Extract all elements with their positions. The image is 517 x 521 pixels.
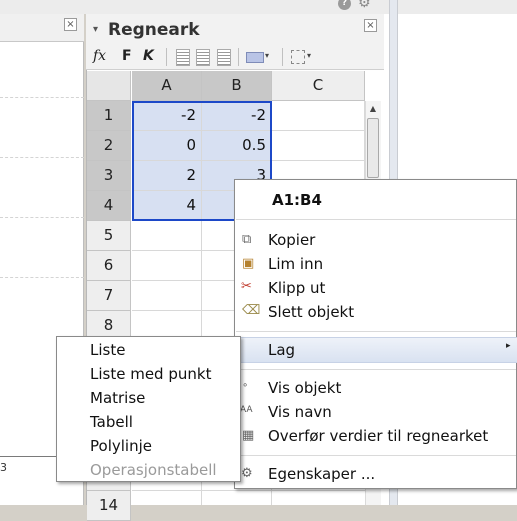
eraser-icon: ⌫ <box>242 303 261 318</box>
top-strip <box>0 0 517 14</box>
submenu-item-list[interactable]: Liste <box>90 341 125 359</box>
toolbar-separator <box>238 48 239 66</box>
scroll-thumb[interactable] <box>367 118 379 178</box>
row-header[interactable]: 1 <box>87 101 131 131</box>
menu-item-properties[interactable]: Egenskaper ... <box>268 465 375 483</box>
gear-icon[interactable]: ⚙ <box>358 0 371 10</box>
copy-icon: ⧉ <box>242 232 252 247</box>
submenu-item-table[interactable]: Tabell <box>90 413 133 431</box>
row-header[interactable]: 5 <box>87 221 131 251</box>
collapse-icon[interactable]: ▾ <box>93 24 98 35</box>
row-header[interactable]: 4 <box>87 191 131 221</box>
submenu-item-matrix[interactable]: Matrise <box>90 389 145 407</box>
cell-c2[interactable] <box>272 131 365 161</box>
menu-divider <box>236 369 516 370</box>
menu-item-cut[interactable]: Klipp ut <box>268 279 325 297</box>
input-bar-toggle-button[interactable]: fx <box>93 47 106 66</box>
bold-button[interactable]: F <box>122 47 132 66</box>
cell-a5[interactable] <box>132 221 202 251</box>
menu-divider <box>236 331 516 332</box>
show-object-icon: ∘ <box>242 380 249 391</box>
axis-tick-label: 3 <box>0 461 7 474</box>
menu-item-copy[interactable]: Kopier <box>268 231 315 249</box>
column-header-a[interactable]: A <box>132 71 202 101</box>
row-header[interactable]: 7 <box>87 281 131 311</box>
grid-line <box>0 277 84 278</box>
scroll-up-arrow-icon[interactable]: ▲ <box>365 101 381 117</box>
submenu-item-list-of-points[interactable]: Liste med punkt <box>90 365 211 383</box>
italic-button[interactable]: K <box>143 47 154 66</box>
grid-line <box>0 97 84 98</box>
table-icon: ▦ <box>242 428 255 443</box>
row-header[interactable]: 2 <box>87 131 131 161</box>
show-name-icon: AA <box>240 405 253 415</box>
background-color-button[interactable] <box>246 52 264 63</box>
toolbar-separator <box>282 48 283 66</box>
cell-c1[interactable] <box>272 101 365 131</box>
column-header-b[interactable]: B <box>202 71 272 101</box>
row-header[interactable]: 6 <box>87 251 131 281</box>
column-header-c[interactable]: C <box>272 71 365 101</box>
context-menu-title: A1:B4 <box>272 191 322 209</box>
submenu-item-operation-table: Operasjonstabell <box>90 461 217 479</box>
spreadsheet-close-button[interactable]: × <box>364 19 377 32</box>
menu-item-delete-object[interactable]: Slett objekt <box>268 303 354 321</box>
toolbar-separator <box>166 48 167 66</box>
cell-a7[interactable] <box>132 281 202 311</box>
menu-item-transfer-values[interactable]: Overfør verdier til regnearket <box>268 427 488 445</box>
grid-line <box>0 217 84 218</box>
submenu-arrow-icon: ▸ <box>506 341 511 351</box>
cell-a6[interactable] <box>132 251 202 281</box>
row-header[interactable]: 3 <box>87 161 131 191</box>
align-center-button[interactable] <box>196 49 210 66</box>
submenu-item-polyline[interactable]: Polylinje <box>90 437 152 455</box>
menu-divider <box>236 455 516 456</box>
chevron-down-icon[interactable]: ▾ <box>307 46 311 65</box>
row-header[interactable]: 14 <box>87 491 131 521</box>
gear-icon: ⚙ <box>241 466 253 481</box>
menu-item-paste[interactable]: Lim inn <box>268 255 323 273</box>
align-left-button[interactable] <box>176 49 190 66</box>
menu-item-show-name[interactable]: Vis navn <box>268 403 332 421</box>
graphics-view-close-button[interactable]: × <box>64 18 77 31</box>
spreadsheet-toolbar: fx F K ▾ ▾ <box>86 44 384 70</box>
menu-item-show-object[interactable]: Vis objekt <box>268 379 341 397</box>
border-style-button[interactable] <box>291 50 305 64</box>
grid-line <box>0 157 84 158</box>
grid-corner[interactable] <box>87 71 131 101</box>
menu-item-create-label: Lag <box>268 341 296 359</box>
scissors-icon: ✂ <box>241 279 252 294</box>
paste-icon: ▣ <box>242 256 255 271</box>
menu-divider <box>236 219 516 220</box>
spreadsheet-title: Regneark <box>108 20 200 40</box>
align-right-button[interactable] <box>217 49 231 66</box>
chevron-down-icon[interactable]: ▾ <box>265 46 269 65</box>
